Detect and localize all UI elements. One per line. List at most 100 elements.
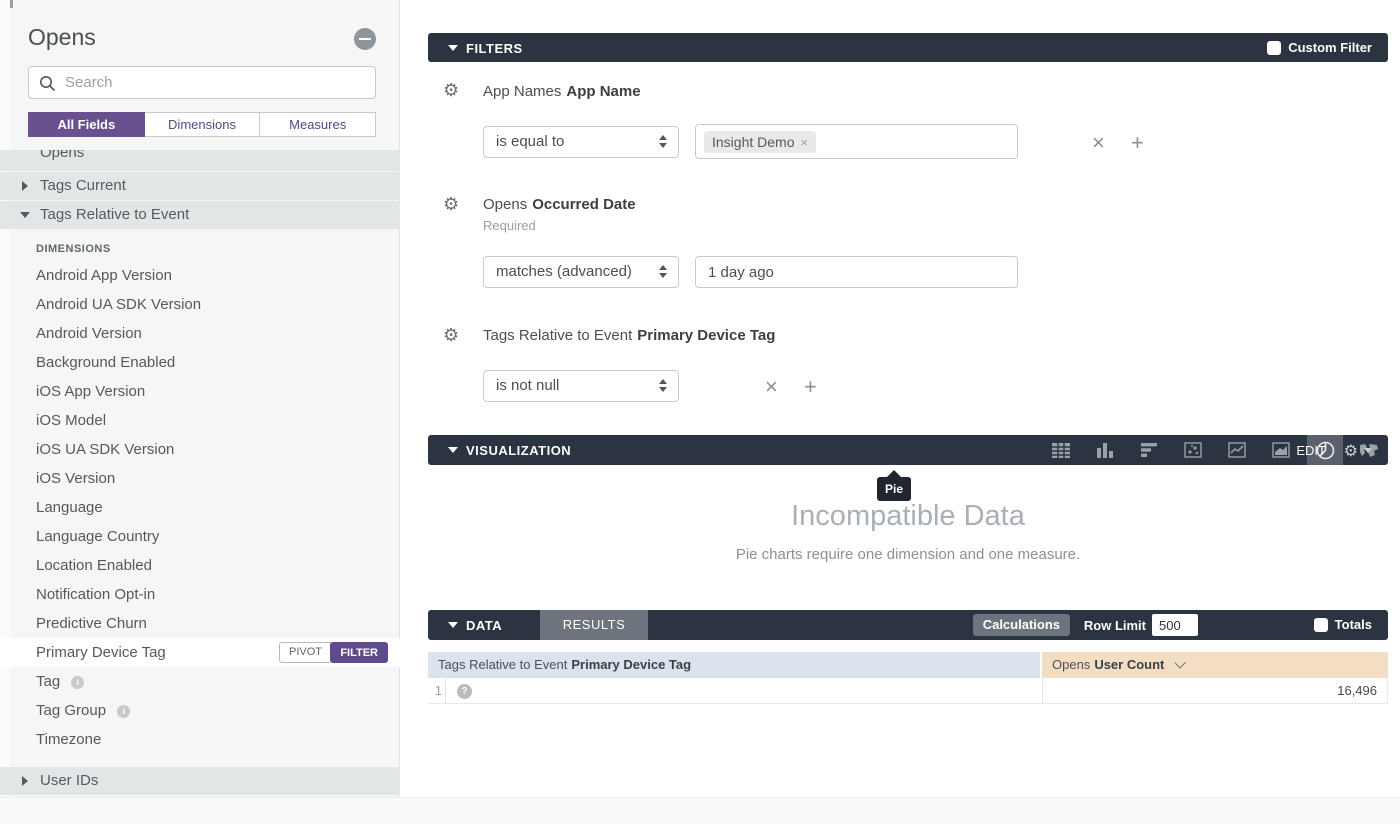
filters-title: FILTERS [466,41,523,56]
group-tags-current[interactable]: Tags Current [0,172,400,200]
custom-filter-label: Custom Filter [1288,40,1372,55]
field-picker-sidebar: Opens All Fields Dimensions Measures Ope… [0,0,400,797]
pie-tooltip: Pie [877,477,911,501]
chevron-down-icon [20,212,30,218]
collapse-sidebar-button[interactable] [354,28,376,50]
data-header-bar[interactable]: DATA RESULTS Calculations Row Limit Tota… [428,610,1388,640]
collapse-visualization-icon[interactable] [448,447,458,453]
explore-title: Opens [28,24,96,51]
chevron-right-icon [22,776,28,786]
info-icon[interactable]: i [117,705,130,718]
field-language-country[interactable]: Language Country [0,522,400,551]
field-search[interactable] [28,66,376,99]
pivot-button[interactable]: PIVOT [279,642,332,663]
chevron-right-icon [22,181,28,191]
field-language[interactable]: Language [0,493,400,522]
field-android-version[interactable]: Android Version [0,319,400,348]
table-icon[interactable] [1043,435,1079,465]
results-table-header: Tags Relative to EventPrimary Device Tag… [428,652,1388,678]
filter-settings-gear-icon[interactable]: ⚙ [443,82,459,100]
filter-settings-gear-icon[interactable]: ⚙ [443,196,459,214]
group-tags-relative-to-event[interactable]: Tags Relative to Event [0,201,400,229]
select-updown-icon [659,135,667,148]
add-filter-icon[interactable]: + [1131,132,1144,154]
column-menu-caret-icon[interactable] [1174,657,1185,668]
row-limit-input[interactable] [1152,614,1198,636]
field-tag-group[interactable]: Tag Group i [0,696,400,725]
totals-toggle: Totals [1314,617,1372,632]
field-notification-opt-in[interactable]: Notification Opt-in [0,580,400,609]
visualization-settings-gear-icon[interactable]: ⚙ [1344,441,1358,460]
column-header-user-count[interactable]: OpensUser Count [1042,652,1388,678]
scrollbar-thumb[interactable] [10,0,13,8]
field-tag[interactable]: Tag i [0,667,400,696]
filter-required-note: Required [483,218,536,233]
filter-field-label: Tags Relative to EventPrimary Device Tag [483,327,775,344]
line-chart-icon[interactable] [1219,435,1255,465]
search-icon [39,75,56,92]
edit-visualization-button[interactable]: EDIT [1296,443,1326,458]
group-user-ids[interactable]: User IDs [0,767,400,795]
filter-button[interactable]: FILTER [330,642,388,663]
filter-value-input[interactable]: Insight Demo× [695,124,1018,159]
field-ios-version[interactable]: iOS Version [0,464,400,493]
field-location-enabled[interactable]: Location Enabled [0,551,400,580]
field-primary-device-tag[interactable]: Primary Device Tag PIVOT FILTER [0,638,400,667]
group-opens[interactable]: Opens [0,150,400,171]
row-number: 1 [428,678,446,704]
field-background-enabled[interactable]: Background Enabled [0,348,400,377]
field-predictive-churn[interactable]: Predictive Churn [0,609,400,638]
tooltip-arrow [887,470,901,477]
field-ios-model[interactable]: iOS Model [0,406,400,435]
tab-all-fields[interactable]: All Fields [28,112,145,137]
add-filter-icon[interactable]: + [804,376,817,398]
bar-chart-icon[interactable] [1087,435,1123,465]
filter-field-label: App NamesApp Name [483,83,641,100]
select-updown-icon [659,265,667,278]
select-updown-icon [659,379,667,392]
minus-icon [359,38,371,40]
filters-header-bar[interactable]: FILTERS Custom Filter [428,33,1388,62]
data-title: DATA [466,618,502,633]
field-list: Opens Tags Current Tags Relative to Even… [0,150,400,796]
info-icon[interactable]: i [71,676,84,689]
remove-chip-icon[interactable]: × [800,135,808,150]
user-count-cell: 16,496 [1042,678,1388,704]
calculations-button[interactable]: Calculations [973,614,1070,636]
filter-operator-select[interactable]: is not null [483,370,679,402]
remove-filter-icon[interactable]: × [1092,132,1105,154]
tab-dimensions[interactable]: Dimensions [145,112,261,137]
visualization-settings-caret-icon[interactable] [1364,448,1372,453]
totals-label: Totals [1335,617,1372,632]
totals-checkbox[interactable] [1314,618,1328,632]
filter-operator-select[interactable]: is equal to [483,126,679,158]
tab-results[interactable]: RESULTS [540,610,648,640]
incompatible-data-subtitle: Pie charts require one dimension and one… [428,546,1388,563]
collapse-data-icon[interactable] [448,622,458,628]
field-ios-ua-sdk-version[interactable]: iOS UA SDK Version [0,435,400,464]
filter-value-input[interactable] [695,256,1018,288]
dimensions-section-label: DIMENSIONS [36,243,400,255]
null-value-help-icon[interactable]: ? [457,684,472,699]
filter-operator-select[interactable]: matches (advanced) [483,256,679,288]
filter-value-chip: Insight Demo× [704,131,816,153]
custom-filter-checkbox[interactable] [1267,41,1281,55]
field-tabs: All Fields Dimensions Measures [28,112,376,137]
collapse-filters-icon[interactable] [448,45,458,51]
tab-measures[interactable]: Measures [260,112,376,137]
remove-filter-icon[interactable]: × [765,376,778,398]
field-timezone[interactable]: Timezone [0,725,400,754]
row-chart-icon[interactable] [1131,435,1167,465]
field-android-app-version[interactable]: Android App Version [0,261,400,290]
single-value-icon[interactable]: 6 [1395,435,1400,465]
scatter-chart-icon[interactable] [1175,435,1211,465]
field-android-ua-sdk-version[interactable]: Android UA SDK Version [0,290,400,319]
search-input[interactable] [65,68,365,97]
field-ios-app-version[interactable]: iOS App Version [0,377,400,406]
filter-settings-gear-icon[interactable]: ⚙ [443,327,459,345]
footer-strip [0,797,1400,824]
area-chart-icon[interactable] [1263,435,1299,465]
visualization-header-bar[interactable]: VISUALIZATION 6 ••• EDIT [428,435,1388,465]
column-header-primary-device-tag[interactable]: Tags Relative to EventPrimary Device Tag [428,652,1040,678]
incompatible-data-title: Incompatible Data [428,500,1388,533]
